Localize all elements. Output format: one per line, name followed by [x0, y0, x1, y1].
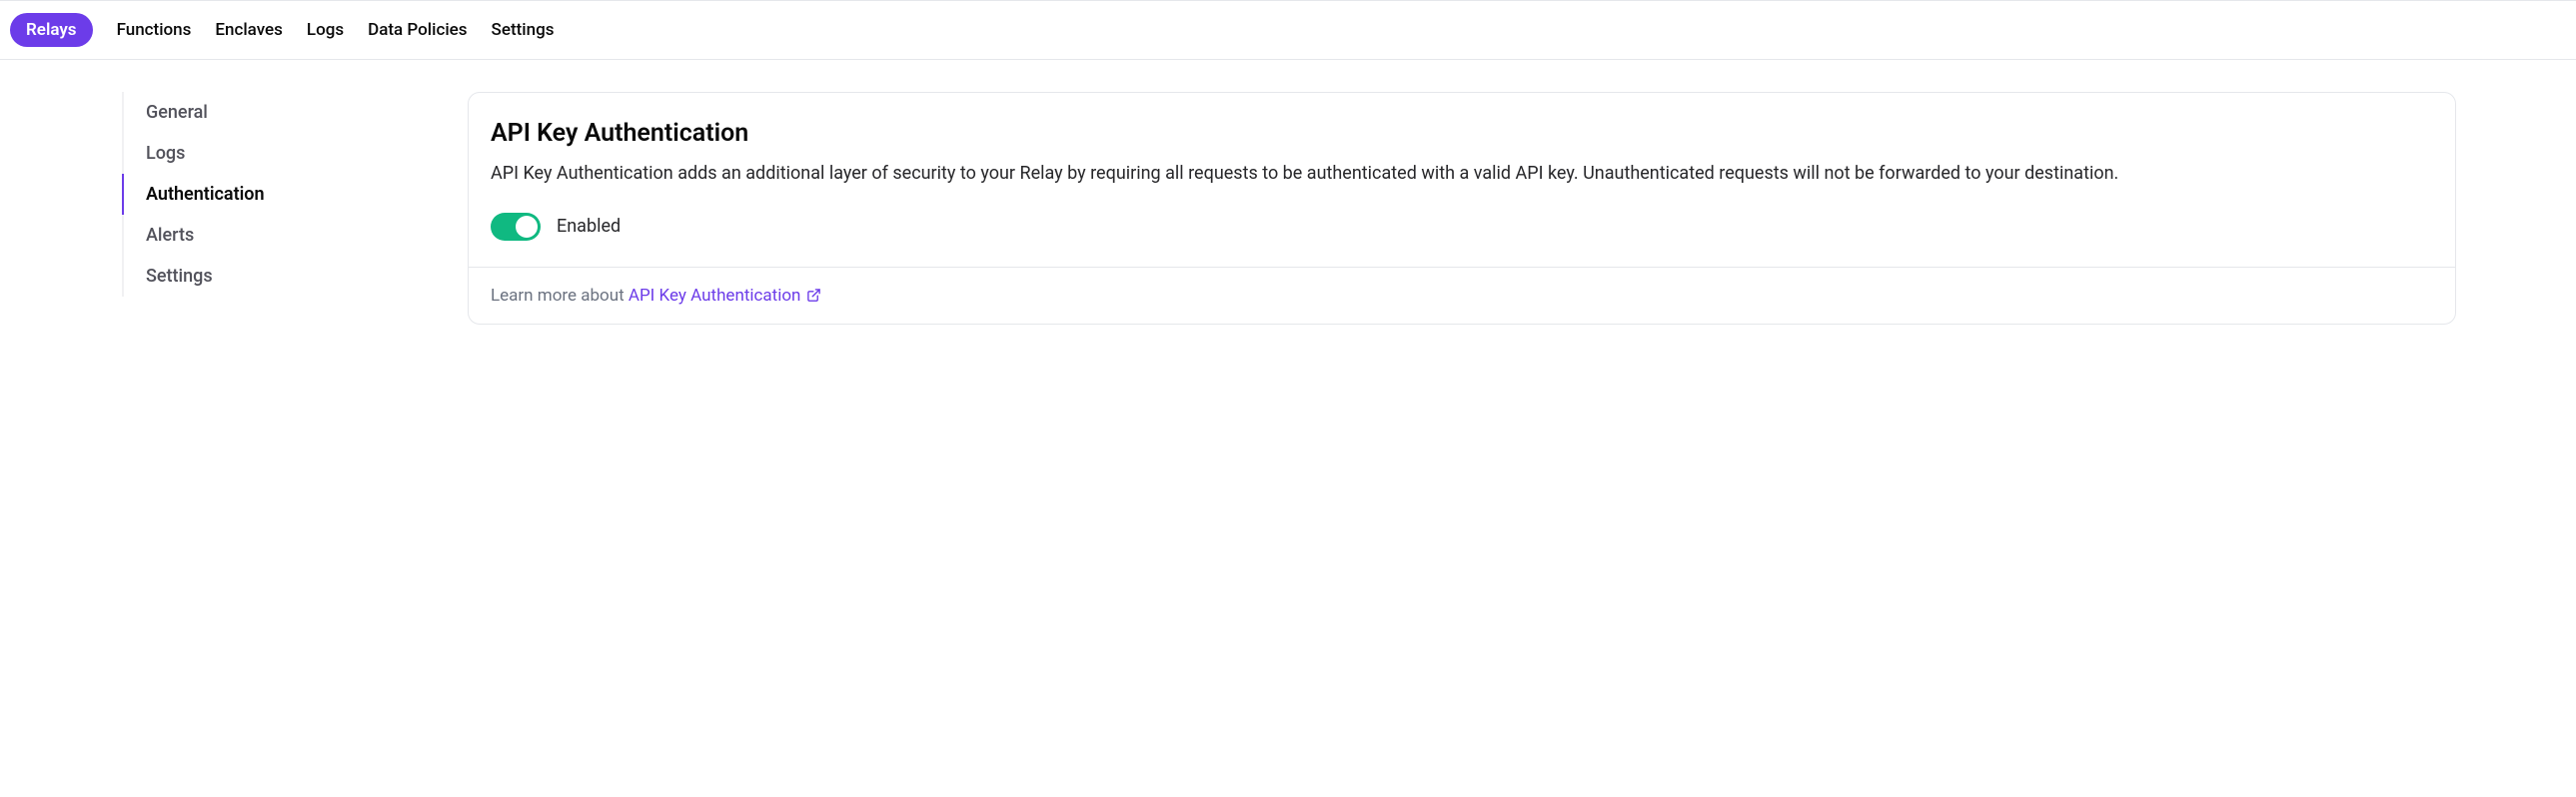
main-content: API Key Authentication API Key Authentic…	[340, 92, 2576, 325]
card-body: API Key Authentication API Key Authentic…	[469, 93, 2455, 267]
card-title: API Key Authentication	[491, 119, 2433, 148]
topnav-item-enclaves[interactable]: Enclaves	[215, 14, 283, 46]
topnav-item-relays[interactable]: Relays	[10, 13, 93, 47]
sidenav-item-logs[interactable]: Logs	[122, 133, 340, 174]
top-nav: Relays Functions Enclaves Logs Data Poli…	[0, 0, 2576, 60]
footer-prefix: Learn more about	[491, 286, 629, 306]
toggle-label: Enabled	[557, 216, 621, 237]
external-link-icon	[806, 288, 821, 303]
sidenav-item-settings[interactable]: Settings	[122, 256, 340, 297]
toggle-row: Enabled	[491, 213, 2433, 241]
api-key-auth-card: API Key Authentication API Key Authentic…	[468, 92, 2456, 325]
page-body: General Logs Authentication Alerts Setti…	[0, 60, 2576, 385]
topnav-item-data-policies[interactable]: Data Policies	[368, 14, 467, 46]
topnav-item-functions[interactable]: Functions	[117, 14, 192, 46]
sidenav-item-alerts[interactable]: Alerts	[122, 215, 340, 256]
sidenav-item-authentication[interactable]: Authentication	[122, 174, 340, 215]
learn-more-link[interactable]: API Key Authentication	[629, 286, 822, 306]
learn-more-link-text: API Key Authentication	[629, 286, 801, 306]
card-description: API Key Authentication adds an additiona…	[491, 160, 2433, 189]
side-nav: General Logs Authentication Alerts Setti…	[0, 92, 340, 325]
api-key-auth-toggle[interactable]	[491, 213, 541, 241]
sidenav-item-general[interactable]: General	[122, 92, 340, 133]
card-footer: Learn more about API Key Authentication	[469, 267, 2455, 324]
topnav-item-settings[interactable]: Settings	[492, 14, 555, 46]
topnav-item-logs[interactable]: Logs	[307, 14, 344, 46]
toggle-knob	[516, 216, 538, 238]
